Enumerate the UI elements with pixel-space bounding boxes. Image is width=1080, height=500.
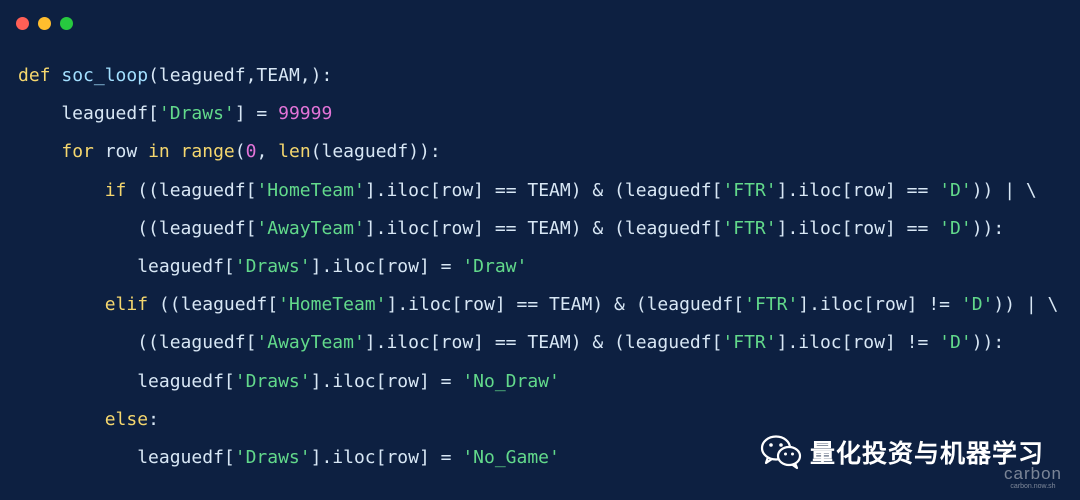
code-token-str: 'FTR' [722,217,777,239]
code-token-str: 'D' [939,217,972,239]
code-token-str: 'D' [960,294,994,316]
code-block: def soc_loop(leaguedf,TEAM,): leaguedf['… [18,57,1058,477]
code-line: for row in range(0, len(leaguedf)): [18,133,1058,171]
wechat-icon [760,435,802,470]
code-token-kw: else [104,408,149,430]
code-token-str: 'D' [939,332,972,354]
code-token-plain: )) | \ [971,179,1037,201]
code-line: ((leaguedf['AwayTeam'].iloc[row] == TEAM… [18,324,1058,362]
code-line: def soc_loop(leaguedf,TEAM,): [18,57,1058,95]
code-token-kw: range [169,141,235,163]
code-token-str: 'Draws' [158,103,235,125]
code-token-plain: ] = [234,103,279,125]
code-token-plain: leaguedf[ [18,446,235,468]
code-token-plain: )): [971,217,1005,239]
maximize-button[interactable] [60,17,73,30]
code-token-kw: def [18,65,51,86]
code-token-plain: leaguedf[ [18,370,235,392]
code-line: leaguedf['Draws'].iloc[row] = 'No_Draw' [18,363,1058,401]
code-token-plain: ].iloc[row] != [798,294,961,316]
code-token-str: 'Draw' [462,255,528,277]
code-line: ((leaguedf['AwayTeam'].iloc[row] == TEAM… [18,210,1058,248]
close-button[interactable] [16,17,29,30]
code-line: if ((leaguedf['HomeTeam'].iloc[row] == T… [18,172,1058,210]
code-token-plain: leaguedf[ [18,103,159,125]
code-line: leaguedf['Draws'] = 99999 [18,95,1058,133]
code-token-kw: in [148,141,170,163]
code-token-plain: ((leaguedf[ [148,294,279,316]
code-token-str: 'Draws' [234,255,311,277]
code-token-str: 'FTR' [722,332,777,354]
code-token-plain: , [256,141,279,163]
code-token-plain: leaguedf[ [18,255,235,277]
code-token-plain: ].iloc[row] == [776,179,940,201]
code-window: def soc_loop(leaguedf,TEAM,): leaguedf['… [0,0,1080,500]
code-token-plain: (leaguedf)): [310,141,441,163]
code-token-kw: if [104,179,127,201]
code-token-plain: ].iloc[row] = [310,255,463,277]
code-token-str: 'Draws' [234,446,311,468]
code-token-str: 'HomeTeam' [278,294,387,316]
code-line: leaguedf['Draws'].iloc[row] = 'Draw' [18,248,1058,286]
code-token-plain: )): [971,332,1005,354]
code-token-str: 'No_Draw' [462,370,560,392]
wechat-watermark: 量化投资与机器学习 [760,434,1044,470]
code-token-str: 'Draws' [234,370,311,392]
code-token-plain: ].iloc[row] == TEAM) & (leaguedf[ [364,217,723,239]
code-token-kw: elif [104,294,149,316]
code-token-str: 'No_Game' [462,446,560,468]
code-token-plain: ].iloc[row] == [776,217,940,239]
code-token-fn: soc_loop [50,65,149,86]
code-line: elif ((leaguedf['HomeTeam'].iloc[row] ==… [18,286,1059,324]
code-token-str: 'FTR' [722,179,777,201]
code-token-plain: ( [234,141,246,163]
code-token-num: 99999 [278,103,333,125]
code-token-kw: len [278,141,311,163]
code-token-plain: : [148,408,159,430]
code-token-plain: ((leaguedf[ [126,179,257,201]
code-token-str: 'AwayTeam' [256,332,365,354]
code-token-plain: ].iloc[row] == TEAM) & (leaguedf[ [364,332,723,354]
code-token-str: 'HomeTeam' [256,179,365,201]
carbon-branding: carbon carbon.now.sh [1004,464,1062,491]
code-token-str: 'D' [939,179,972,201]
carbon-url: carbon.now.sh [1010,483,1056,490]
code-token-plain: ].iloc[row] = [310,370,463,392]
code-token-plain: row [93,141,149,163]
code-token-plain: ((leaguedf[ [18,332,257,354]
code-token-plain: (leaguedf,TEAM,): [148,65,333,86]
code-token-kw: for [61,141,94,163]
code-token-num: 0 [245,141,257,163]
code-token-plain: )) | \ [993,294,1059,316]
window-controls [16,17,73,30]
code-token-str: 'AwayTeam' [256,217,365,239]
code-token-plain: ].iloc[row] == TEAM) & (leaguedf[ [364,179,723,201]
code-token-plain: ((leaguedf[ [18,217,257,239]
code-token-plain: ].iloc[row] == TEAM) & (leaguedf[ [386,294,745,316]
carbon-logo-text: carbon [1004,464,1062,483]
code-token-plain: ].iloc[row] = [310,446,463,468]
minimize-button[interactable] [38,17,51,30]
code-token-str: 'FTR' [744,294,799,316]
code-token-plain: ].iloc[row] != [776,332,940,354]
